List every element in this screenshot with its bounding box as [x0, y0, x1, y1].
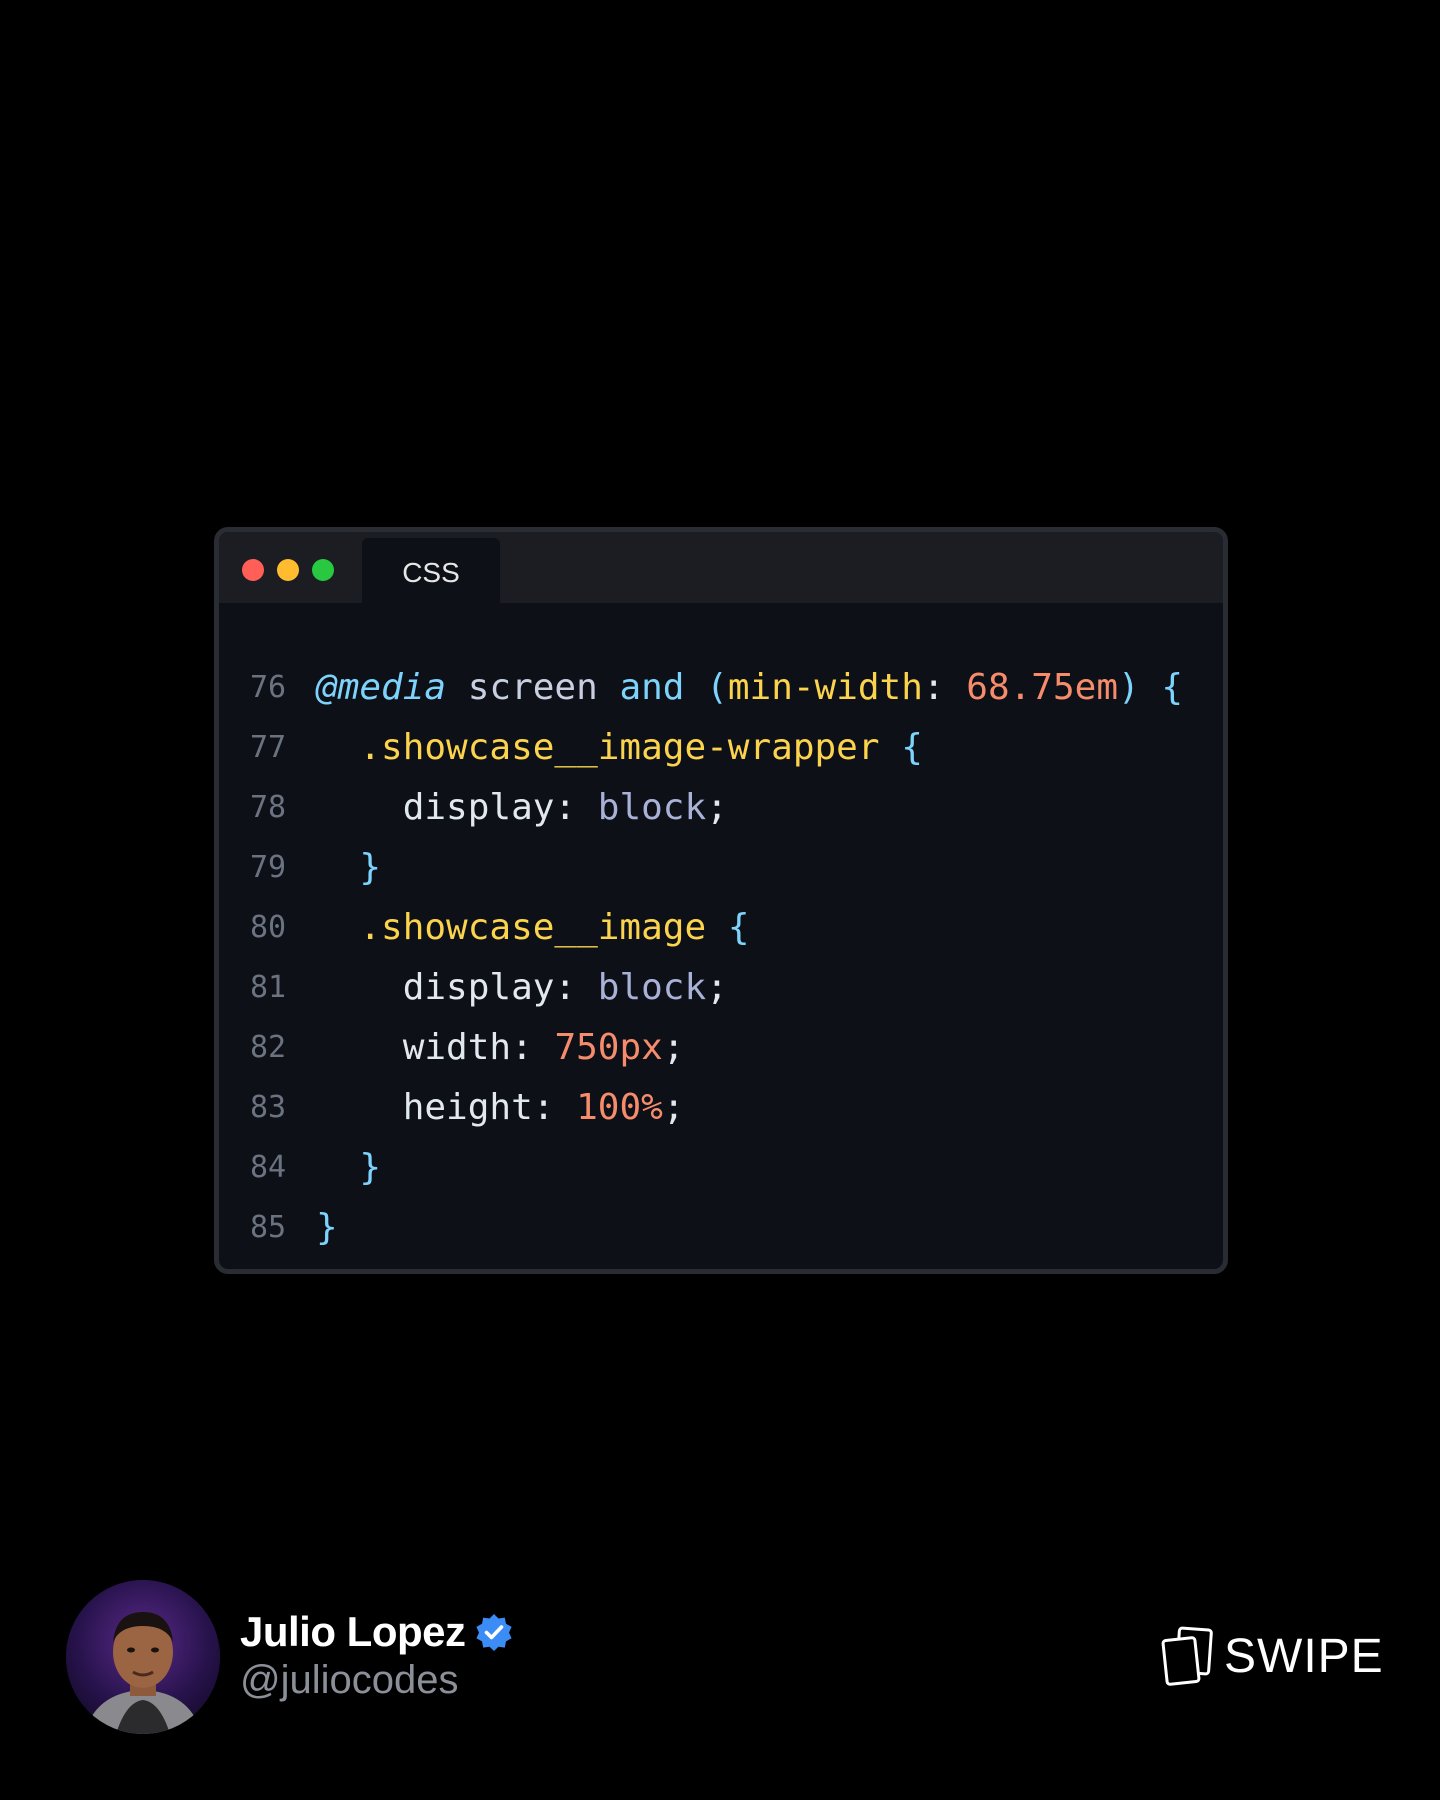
line-number: 76 — [250, 670, 287, 705]
code-token: display — [316, 787, 555, 828]
code-token: ( — [706, 667, 728, 708]
code-line: 81 display: block; — [219, 958, 1223, 1018]
line-number: 85 — [250, 1210, 287, 1245]
code-token: 750px — [554, 1027, 663, 1068]
code-token: { — [1161, 667, 1184, 708]
code-token: block — [597, 787, 707, 828]
code-token: : — [554, 967, 598, 1008]
code-text: } — [316, 1138, 381, 1198]
code-token: ; — [662, 1027, 685, 1068]
code-block: 76 @media screen and (min-width: 68.75em)… — [219, 658, 1223, 1258]
avatar — [66, 1580, 220, 1734]
code-text: display: block; — [316, 778, 728, 838]
code-token: height — [316, 1087, 533, 1128]
code-token: { — [901, 727, 923, 768]
code-token: ; — [706, 787, 728, 828]
swipe-indicator[interactable]: SWIPE — [1160, 1625, 1384, 1687]
line-number: 79 — [250, 850, 287, 885]
minimize-window-dot[interactable] — [277, 559, 299, 581]
code-token: } — [316, 1207, 338, 1248]
code-line: 76 @media screen and (min-width: 68.75em)… — [219, 658, 1223, 718]
line-number: 81 — [250, 970, 287, 1005]
line-number: 83 — [250, 1090, 287, 1125]
code-token: width — [316, 1027, 512, 1068]
author-handle: @juliocodes — [240, 1658, 459, 1702]
code-token: .showcase__image-wrapper — [316, 727, 880, 768]
code-token: : — [532, 1087, 577, 1128]
code-token: ; — [706, 967, 728, 1008]
code-token: 100% — [576, 1087, 663, 1128]
code-line: 80 .showcase__image { — [219, 898, 1223, 958]
line-number: 78 — [250, 790, 287, 825]
code-token: min-width — [727, 667, 923, 708]
line-number: 77 — [250, 730, 287, 765]
verified-badge-icon — [476, 1614, 512, 1651]
close-window-dot[interactable] — [242, 559, 264, 581]
code-token: ; — [662, 1087, 685, 1128]
code-text: @media screen and (min-width: 68.75em) { — [316, 658, 1183, 718]
code-line: 85} — [219, 1198, 1223, 1258]
code-token: @media — [316, 667, 447, 708]
code-token: : — [511, 1027, 555, 1068]
code-token: .showcase__image — [316, 907, 707, 948]
code-token: { — [727, 907, 750, 948]
code-window: CSS 76 @media screen and (min-width: 68.7… — [214, 527, 1228, 1274]
avatar-portrait-icon — [66, 1580, 220, 1734]
code-text: } — [316, 1198, 338, 1258]
code-line: 77 .showcase__image-wrapper { — [219, 718, 1223, 778]
code-text: display: block; — [316, 958, 728, 1018]
code-token: 68.75em — [966, 667, 1118, 708]
code-text: width: 750px; — [316, 1018, 685, 1078]
code-token: ) — [1118, 667, 1140, 708]
author-name: Julio Lopez — [240, 1608, 466, 1655]
swipe-cards-icon — [1161, 1626, 1213, 1686]
code-line: 79 } — [219, 838, 1223, 898]
maximize-window-dot[interactable] — [312, 559, 334, 581]
code-token: and — [619, 667, 685, 708]
code-token: block — [597, 967, 707, 1008]
window-titlebar: CSS — [219, 532, 1223, 603]
code-line: 83 height: 100%; — [219, 1078, 1223, 1138]
code-text: .showcase__image-wrapper { — [316, 718, 923, 778]
code-token: screen — [446, 667, 620, 708]
code-line: 82 width: 750px; — [219, 1018, 1223, 1078]
code-text: height: 100%; — [316, 1078, 685, 1138]
code-token: display — [316, 967, 555, 1008]
code-line: 78 display: block; — [219, 778, 1223, 838]
code-token: : — [554, 787, 598, 828]
code-token: : — [922, 667, 967, 708]
code-text: } — [316, 838, 381, 898]
line-number: 82 — [250, 1030, 287, 1065]
code-line: 84 } — [219, 1138, 1223, 1198]
code-text: .showcase__image { — [316, 898, 750, 958]
line-number: 84 — [250, 1150, 287, 1185]
code-token: } — [359, 847, 382, 888]
code-token: } — [359, 1147, 382, 1188]
tab-css[interactable]: CSS — [362, 538, 500, 603]
line-number: 80 — [250, 910, 287, 945]
swipe-label: SWIPE — [1224, 1629, 1384, 1683]
